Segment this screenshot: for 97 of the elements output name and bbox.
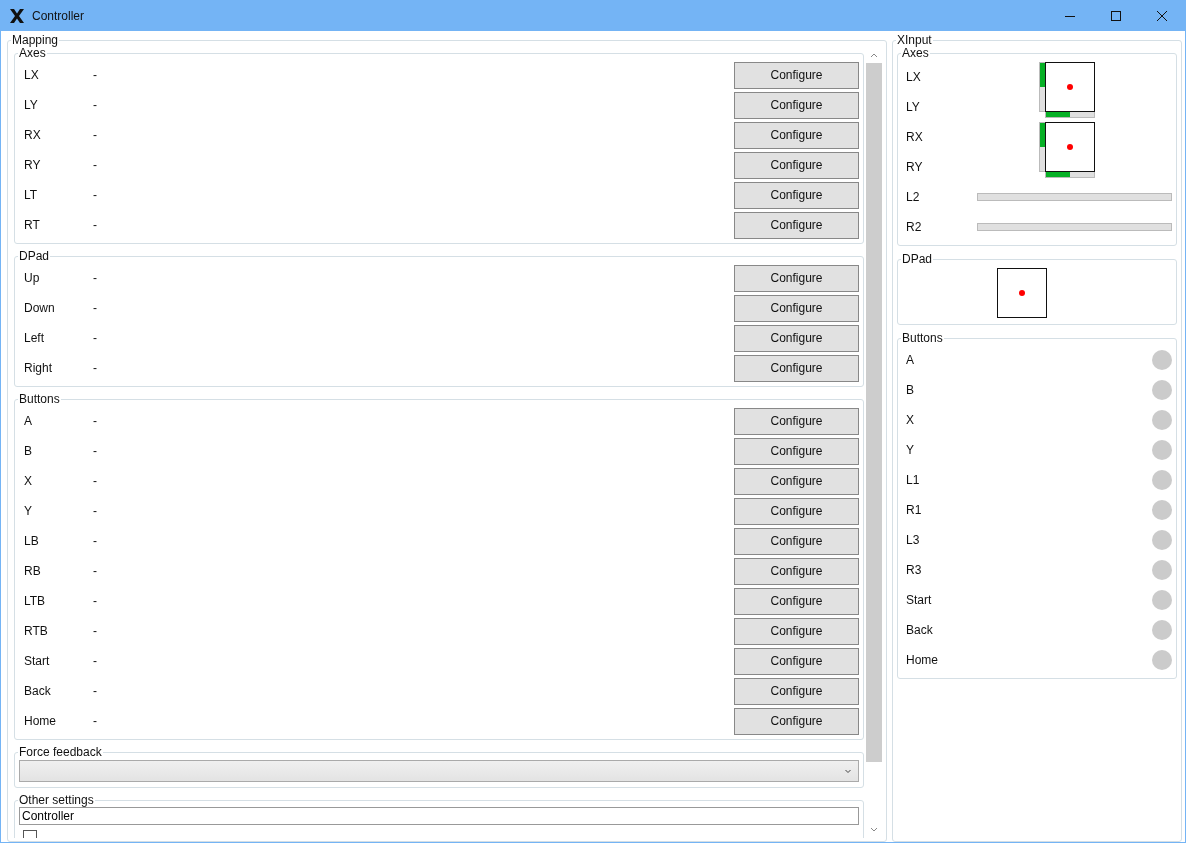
configure-button[interactable]: Configure (734, 264, 859, 292)
mapping-value: - (93, 68, 98, 82)
configure-button[interactable]: Configure (734, 707, 859, 735)
mapping-value: - (93, 504, 98, 518)
mapping-label: Y (23, 504, 33, 518)
position-dot (1067, 144, 1073, 150)
group-title: DPad (18, 250, 51, 263)
mapping-value: - (93, 444, 98, 458)
axis-label: LX (905, 70, 922, 84)
mapping-value: - (93, 594, 98, 608)
configure-button[interactable]: Configure (734, 324, 859, 352)
configure-button[interactable]: Configure (734, 677, 859, 705)
configure-button[interactable]: Configure (734, 211, 859, 239)
mapping-value: - (93, 218, 98, 232)
mapping-label: Start (23, 654, 51, 668)
force-feedback-dropdown[interactable] (19, 760, 859, 782)
group-title: Axes (18, 47, 47, 60)
mapping-label: RT (23, 218, 41, 232)
mapping-value: - (93, 684, 98, 698)
mapping-value: - (93, 98, 98, 112)
group-title: DPad (901, 253, 934, 266)
mapping-value: - (93, 474, 98, 488)
group-title: Force feedback (18, 746, 103, 759)
button-label: A (906, 353, 914, 367)
group-title: Mapping (11, 34, 60, 47)
mapping-value: - (93, 361, 98, 375)
mapping-label: Right (23, 361, 53, 375)
configure-button[interactable]: Configure (734, 587, 859, 615)
mapping-label: LB (23, 534, 40, 548)
mapping-value: - (93, 534, 98, 548)
button-label: L3 (906, 533, 920, 547)
configure-button[interactable]: Configure (734, 151, 859, 179)
mapping-value: - (93, 331, 98, 345)
mapping-value: - (93, 714, 98, 728)
mapping-value: - (93, 564, 98, 578)
mapping-label: B (23, 444, 33, 458)
mapping-value: - (93, 301, 98, 315)
button-label: L1 (906, 473, 920, 487)
mapping-value: - (93, 158, 98, 172)
mapping-value: - (93, 271, 98, 285)
button-label: Home (906, 653, 938, 667)
mapping-label: LX (23, 68, 40, 82)
configure-button[interactable]: Configure (734, 294, 859, 322)
mapping-label: Back (23, 684, 52, 698)
mapping-label: LT (23, 188, 39, 202)
configure-button[interactable]: Configure (734, 497, 859, 525)
group-title: Axes (902, 47, 929, 60)
axis-label: R2 (905, 220, 923, 234)
position-dot (1067, 84, 1073, 90)
axis-label: L2 (905, 190, 921, 204)
configure-button[interactable]: Configure (734, 647, 859, 675)
window-title: Controller (32, 9, 85, 23)
configure-button[interactable]: Configure (734, 557, 859, 585)
group-title: Buttons (18, 393, 61, 406)
configure-button[interactable]: Configure (734, 527, 859, 555)
mapping-label: RY (23, 158, 42, 172)
axis-label: LY (905, 100, 921, 114)
mapping-value: - (93, 128, 98, 142)
mapping-label: X (23, 474, 33, 488)
mapping-value: - (93, 188, 98, 202)
group-title: Other settings (18, 794, 95, 807)
button-label: R3 (906, 563, 922, 577)
configure-button[interactable]: Configure (734, 437, 859, 465)
mapping-value: - (93, 624, 98, 638)
mapping-label: LTB (23, 594, 47, 608)
button-label: X (906, 413, 914, 427)
mapping-label: RB (23, 564, 42, 578)
mapping-label: Up (23, 271, 41, 285)
button-label: Back (906, 623, 933, 637)
configure-button[interactable]: Configure (734, 407, 859, 435)
position-dot (1019, 290, 1025, 296)
configure-button[interactable]: Configure (734, 91, 859, 119)
mapping-value: - (93, 414, 98, 428)
name-field[interactable]: Controller (19, 807, 859, 825)
mapping-label: A (23, 414, 33, 428)
configure-button[interactable]: Configure (734, 181, 859, 209)
mapping-label: RX (23, 128, 42, 142)
x-logo-icon (9, 8, 25, 24)
button-label: Start (906, 593, 932, 607)
mapping-label: RTB (23, 624, 49, 638)
button-label: B (906, 383, 914, 397)
configure-button[interactable]: Configure (734, 121, 859, 149)
mapping-label: Down (23, 301, 56, 315)
axis-label: RY (905, 160, 924, 174)
button-label: R1 (906, 503, 922, 517)
mapping-value: - (93, 654, 98, 668)
configure-button[interactable]: Configure (734, 354, 859, 382)
group-title: XInput (896, 34, 933, 47)
axis-label: RX (905, 130, 924, 144)
configure-button[interactable]: Configure (734, 617, 859, 645)
mapping-label: LY (23, 98, 39, 112)
mapping-label: Home (23, 714, 57, 728)
group-title: Buttons (901, 332, 944, 345)
button-label: Y (906, 443, 914, 457)
configure-button[interactable]: Configure (734, 467, 859, 495)
mapping-label: Left (23, 331, 45, 345)
configure-button[interactable]: Configure (734, 61, 859, 89)
